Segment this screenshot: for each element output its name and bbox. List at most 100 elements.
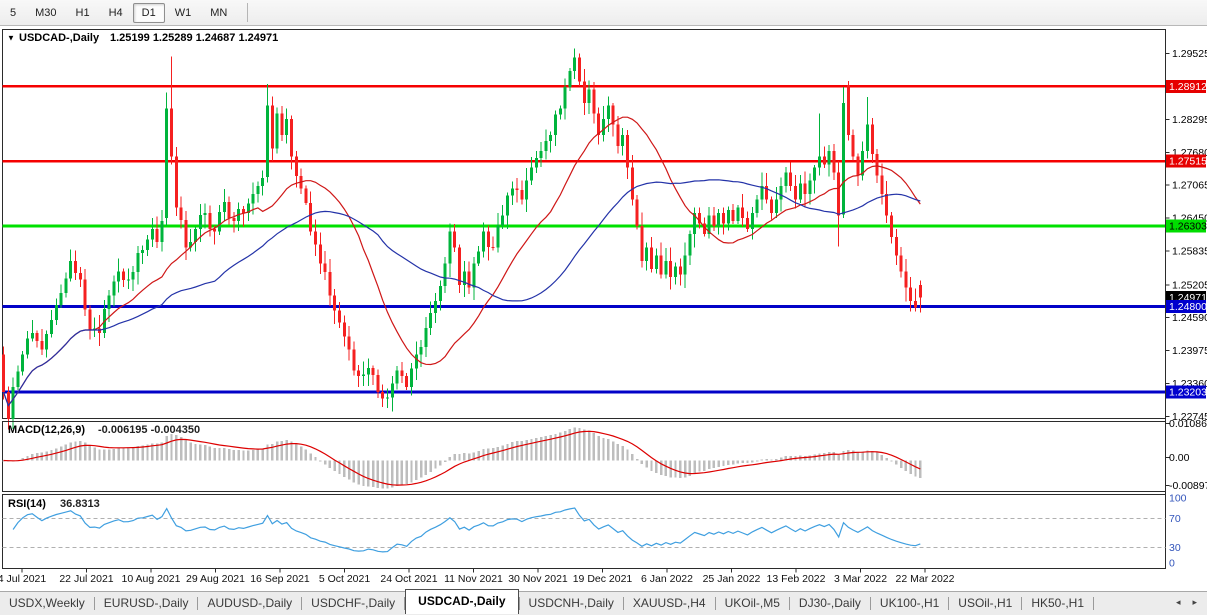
chart-tab-usoil[interactable]: USOil-,H1 — [949, 592, 1021, 615]
rsi-axis-label: 70 — [1169, 513, 1181, 525]
candle-body — [549, 135, 553, 142]
macd-histogram-bar — [362, 460, 365, 487]
candle-body — [578, 57, 581, 82]
candle-body — [122, 271, 125, 281]
macd-histogram-bar — [621, 446, 624, 461]
macd-histogram-bar — [88, 445, 92, 461]
macd-histogram-bar — [875, 452, 879, 461]
time-tick-label: 6 Jan 2022 — [641, 573, 693, 585]
macd-histogram-bar — [616, 444, 620, 461]
candle-body — [616, 124, 620, 146]
candle-body — [170, 108, 173, 157]
candle-body — [712, 215, 716, 227]
candle-body — [98, 328, 101, 334]
candle-body — [198, 215, 202, 229]
macd-histogram-bar — [914, 460, 917, 477]
macd-histogram-bar — [189, 442, 192, 461]
macd-histogram-bar — [746, 460, 749, 464]
candle-body — [770, 199, 773, 213]
macd-histogram-bar — [261, 448, 264, 461]
candle-body — [155, 228, 159, 243]
candle-body — [174, 156, 178, 208]
macd-histogram-bar — [328, 460, 332, 468]
macd-histogram-bar — [895, 460, 898, 465]
candle-body — [486, 231, 490, 247]
macd-histogram-bar — [79, 441, 82, 461]
macd-signal-line — [3, 430, 921, 486]
chart-tab-ukoil[interactable]: UKOil-,M5 — [716, 592, 789, 615]
macd-histogram-bar — [227, 448, 231, 461]
candle-body — [669, 260, 673, 278]
chart-tab-dj30[interactable]: DJ30-,Daily — [790, 592, 870, 615]
macd-histogram-bar — [631, 453, 634, 461]
timeframe-button-w1[interactable]: W1 — [166, 3, 201, 23]
macd-histogram-bar — [275, 441, 279, 461]
chart-tab-usdcnh[interactable]: USDCNH-,Daily — [520, 592, 623, 615]
candle-body — [69, 260, 73, 279]
candle-body — [16, 371, 20, 387]
macd-histogram-bar — [827, 451, 831, 461]
macd-histogram-bar — [247, 450, 250, 461]
macd-histogram-bar — [55, 448, 58, 461]
chart-tab-xauusd[interactable]: XAUUSD-,H4 — [624, 592, 715, 615]
candle-body — [184, 220, 188, 248]
price-tick-label: 1.25205 — [1172, 279, 1207, 291]
macd-histogram-bar — [530, 439, 533, 461]
chart-tab-uk100[interactable]: UK100-,H1 — [871, 592, 948, 615]
timeframe-button-5[interactable]: 5 — [1, 3, 25, 23]
candle-body — [890, 215, 893, 237]
candle-body — [568, 70, 572, 87]
timeframe-button-h1[interactable]: H1 — [67, 3, 99, 23]
chart-tab-audusd[interactable]: AUDUSD-,Daily — [198, 592, 301, 615]
timeframe-button-h4[interactable]: H4 — [100, 3, 132, 23]
macd-histogram-bar — [256, 449, 260, 461]
macd-histogram-bar — [477, 451, 480, 461]
candle-body — [357, 370, 361, 377]
timeframe-button-d1[interactable]: D1 — [132, 2, 165, 23]
candle-body — [731, 210, 735, 221]
candle-body — [146, 239, 149, 251]
candle-body — [885, 194, 889, 216]
horizontal-level-lines[interactable] — [2, 85, 1166, 394]
time-tick-label: 25 Jan 2022 — [703, 573, 761, 585]
candle-body — [918, 285, 922, 298]
candle-body — [582, 81, 586, 104]
candle-body — [203, 212, 207, 216]
macd-histogram-bar — [165, 436, 168, 461]
candle-body — [904, 271, 908, 288]
tab-scroll-right-icon[interactable]: ▸ — [1192, 597, 1197, 608]
time-tick-label: 22 Mar 2022 — [896, 573, 955, 585]
candle-body — [126, 279, 130, 281]
candle-body — [525, 180, 529, 200]
macd-histogram-bar — [208, 446, 212, 461]
macd-histogram-bar — [443, 460, 447, 462]
candle-body — [333, 295, 337, 311]
macd-histogram-bar — [909, 460, 912, 475]
timeframe-button-m30[interactable]: M30 — [26, 3, 65, 23]
macd-histogram-bar — [515, 441, 519, 461]
chart-tab-usdx[interactable]: USDX,Weekly — [0, 592, 94, 615]
chart-tab-eurusd[interactable]: EURUSD-,Daily — [95, 592, 198, 615]
candle-body — [467, 271, 471, 288]
candle-body — [530, 167, 533, 181]
chart-tab-usdcad[interactable]: USDCAD-,Daily — [405, 589, 519, 614]
candle-body — [275, 113, 279, 149]
time-tick-label: 10 Aug 2021 — [122, 573, 181, 585]
candle-body — [736, 207, 740, 221]
timeframe-button-mn[interactable]: MN — [201, 3, 236, 23]
chart-tab-hk50[interactable]: HK50-,H1 — [1022, 592, 1093, 615]
candle-body — [74, 260, 77, 273]
time-tick-label: 11 Nov 2021 — [444, 573, 503, 585]
candle-body — [621, 135, 625, 146]
tab-scroll-left-icon[interactable]: ◂ — [1176, 597, 1181, 608]
candle-body — [501, 215, 505, 226]
candle-body — [779, 186, 783, 200]
macd-histogram-bar — [371, 460, 375, 487]
ma-slow-line — [2, 179, 921, 407]
candle-body — [11, 386, 15, 419]
chart-tab-usdchf[interactable]: USDCHF-,Daily — [302, 592, 404, 615]
time-tick-label: 19 Dec 2021 — [573, 573, 633, 585]
macd-histogram-bar — [434, 460, 437, 469]
candle-body — [362, 374, 365, 377]
chart-collapse-icon[interactable]: ▼ — [7, 34, 15, 43]
